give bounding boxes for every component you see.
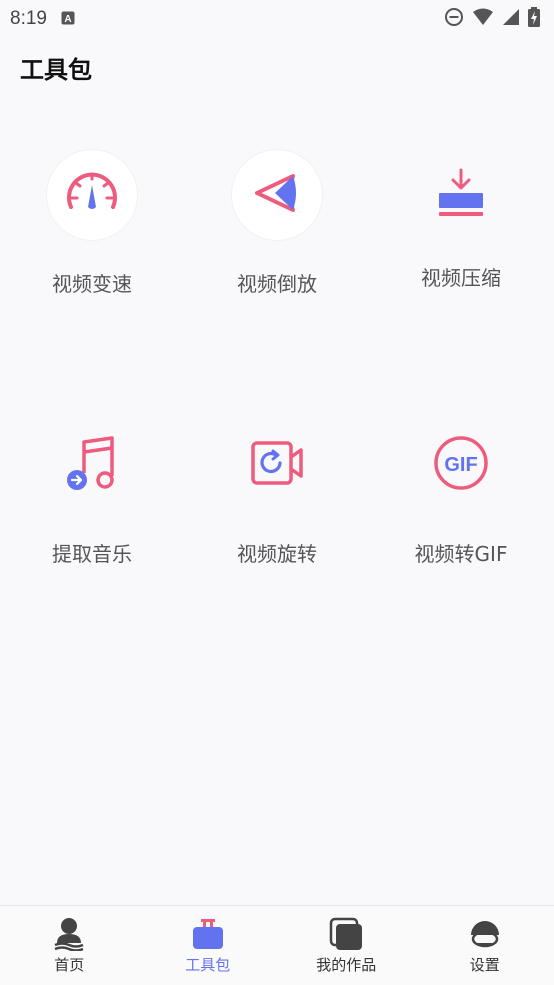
nav-item-toolbox[interactable]: 工具包 (139, 906, 278, 985)
download-compress-icon (431, 163, 491, 227)
tool-label: 视频倒放 (237, 268, 317, 297)
bottom-nav: 首页 工具包 我的作品 设置 (0, 905, 554, 985)
tool-label: 视频压缩 (421, 262, 501, 291)
tool-label: 提取音乐 (52, 538, 132, 567)
tool-label: 视频转GIF (415, 538, 508, 567)
person-icon (52, 916, 86, 952)
nav-label: 工具包 (185, 954, 230, 975)
settings-avatar-icon (468, 916, 502, 952)
svg-text:GIF: GIF (444, 454, 477, 476)
nav-label: 首页 (54, 954, 84, 975)
tool-video-to-gif[interactable]: GIF 视频转GIF (369, 420, 553, 600)
nav-item-settings[interactable]: 设置 (416, 906, 554, 985)
nav-item-home[interactable]: 首页 (0, 906, 139, 985)
nav-label: 设置 (470, 954, 500, 975)
tool-label: 视频变速 (52, 268, 132, 297)
video-rotate-icon (247, 433, 307, 497)
tool-label: 视频旋转 (237, 538, 317, 567)
tool-video-speed[interactable]: 视频变速 (0, 150, 184, 330)
reverse-play-icon (247, 163, 307, 227)
tool-icon-container (232, 150, 322, 240)
tool-icon-container: GIF (416, 420, 506, 510)
works-icon (329, 916, 363, 952)
tool-icon-container (47, 150, 137, 240)
toolbox-icon (191, 916, 225, 952)
tool-grid: 视频变速 视频倒放 视频压缩 (0, 0, 554, 600)
tool-icon-container (416, 150, 506, 240)
tool-icon-container (47, 420, 137, 510)
tool-video-compress[interactable]: 视频压缩 (369, 150, 553, 330)
nav-item-my-works[interactable]: 我的作品 (277, 906, 416, 985)
gif-icon: GIF (431, 433, 491, 497)
tool-extract-music[interactable]: 提取音乐 (0, 420, 184, 600)
speedometer-icon (62, 163, 122, 227)
music-note-icon (62, 433, 122, 497)
nav-label: 我的作品 (316, 954, 376, 975)
tool-icon-container (232, 420, 322, 510)
tool-video-rotate[interactable]: 视频旋转 (185, 420, 369, 600)
tool-video-reverse[interactable]: 视频倒放 (185, 150, 369, 330)
